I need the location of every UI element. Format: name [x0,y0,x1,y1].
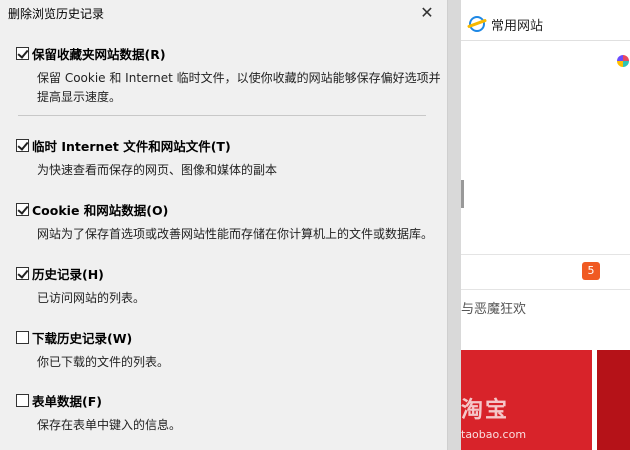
window-edge [447,0,461,450]
partial-glyph [461,180,470,208]
checkbox-form-data[interactable] [16,394,29,407]
title-bar: 删除浏览历史记录 ✕ [0,0,447,26]
promo-banner-secondary[interactable] [597,350,630,450]
checkbox-temp-files[interactable] [16,139,29,152]
option-description: 网站为了保存首选项或改善网站性能而存储在你计算机上的文件或数据库。 [37,227,434,241]
toolbar-divider [461,40,630,41]
checkbox-cookies[interactable] [16,203,29,216]
promo-title: 淘宝 [461,398,510,423]
option-label[interactable]: 表单数据(F) [32,391,102,410]
promo-url: taobao.com [461,428,527,441]
option-label[interactable]: 历史记录(H) [32,264,104,283]
browser-background: 常用网站 5 与恶魔狂欢 淘宝 taobao.com [447,0,630,450]
option-label[interactable]: Cookie 和网站数据(O) [32,200,168,219]
search-strip [461,254,630,290]
option-download-history: 下载历史记录(W) 你已下载的文件的列表。 [16,328,446,372]
ie-icon [469,16,485,32]
option-description: 你已下载的文件的列表。 [37,355,170,369]
tab-label: 常用网站 [491,18,544,34]
checkbox-preserve-favorites[interactable] [16,47,29,60]
separator [18,115,426,116]
option-label[interactable]: 临时 Internet 文件和网站文件(T) [32,136,231,155]
option-temp-files: 临时 Internet 文件和网站文件(T) 为快速查看而保存的网页、图像和媒体… [16,136,446,180]
option-description: 为快速查看而保存的网页、图像和媒体的副本 [37,163,278,177]
option-description: 保存在表单中键入的信息。 [37,418,182,432]
colorful-logo-icon [617,55,629,67]
delete-history-dialog: 删除浏览历史记录 ✕ 保留收藏夹网站数据(R) 保留 Cookie 和 Inte… [0,0,448,450]
notification-badge[interactable]: 5 [582,262,600,280]
news-text[interactable]: 与恶魔狂欢 [461,298,526,317]
option-description: 已访问网站的列表。 [37,291,146,305]
checkbox-download-history[interactable] [16,331,29,344]
tab-common-sites[interactable]: 常用网站 [469,10,543,38]
close-icon[interactable]: ✕ [417,3,437,23]
option-form-data: 表单数据(F) 保存在表单中键入的信息。 [16,391,446,435]
option-description: 保留 Cookie 和 Internet 临时文件，以使你收藏的网站能够保存偏好… [37,71,441,104]
option-preserve-favorites: 保留收藏夹网站数据(R) 保留 Cookie 和 Internet 临时文件，以… [16,44,446,107]
option-label[interactable]: 保留收藏夹网站数据(R) [32,44,166,63]
option-cookies: Cookie 和网站数据(O) 网站为了保存首选项或改善网站性能而存储在你计算机… [16,200,446,244]
dialog-title: 删除浏览历史记录 [8,7,105,21]
checkbox-history[interactable] [16,267,29,280]
option-history: 历史记录(H) 已访问网站的列表。 [16,264,446,308]
option-label[interactable]: 下载历史记录(W) [32,328,132,347]
